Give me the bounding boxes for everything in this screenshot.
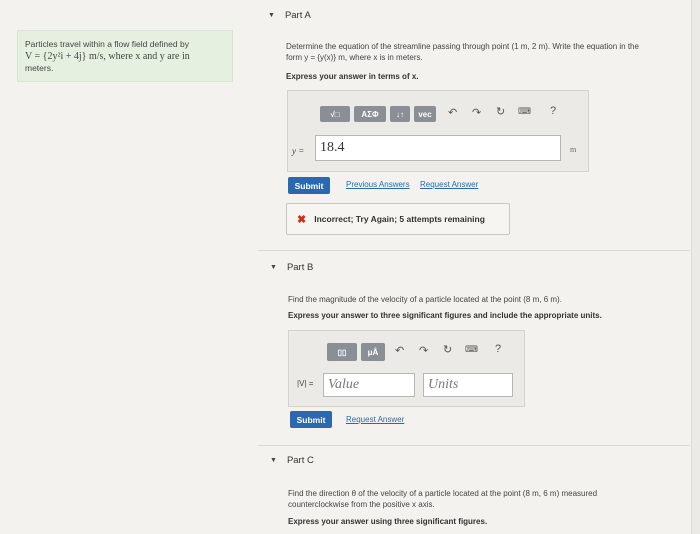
part-a-prompt: Determine the equation of the streamline… — [286, 42, 686, 64]
part-a-prompt-line2: form y = {y(x)} m, where x is in meters. — [286, 52, 423, 62]
part-b-prompt: Find the magnitude of the velocity of a … — [288, 295, 562, 304]
part-b-header[interactable]: ▼ Part B — [270, 262, 313, 273]
redo-icon[interactable]: ↷ — [419, 344, 428, 357]
chevron-down-icon: ▼ — [270, 264, 277, 271]
part-b-instruction: Express your answer to three significant… — [288, 311, 602, 320]
chevron-down-icon: ▼ — [270, 457, 277, 464]
answer-unit: m — [570, 145, 577, 154]
help-button[interactable]: ? — [550, 105, 556, 117]
magnitude-label: |V| = — [297, 379, 314, 388]
keyboard-icon[interactable]: ⌨ — [465, 344, 478, 355]
feedback-text: Incorrect; Try Again; 5 attempts remaini… — [314, 214, 485, 224]
part-b-request-answer-link[interactable]: Request Answer — [346, 415, 404, 424]
part-c-prompt-line1: Find the direction θ of the velocity of … — [288, 489, 598, 498]
divider — [258, 250, 690, 251]
templates-button[interactable]: ▯▯ — [327, 343, 357, 361]
vector-button[interactable]: vec — [414, 106, 436, 122]
reset-icon[interactable]: ↻ — [443, 343, 452, 356]
incorrect-feedback: ✖ Incorrect; Try Again; 5 attempts remai… — [286, 203, 510, 235]
value-input[interactable]: Value — [323, 373, 415, 397]
previous-answers-link[interactable]: Previous Answers — [346, 180, 410, 189]
close-icon: ✖ — [297, 213, 307, 226]
greek-symbols-button[interactable]: ΑΣΦ — [354, 106, 386, 122]
part-a-submit-button[interactable]: Submit — [288, 177, 330, 194]
part-c-instruction: Express your answer using three signific… — [288, 517, 488, 526]
problem-intro: Particles travel within a flow field def… — [25, 39, 189, 49]
divider — [258, 445, 690, 446]
undo-icon[interactable]: ↶ — [395, 344, 404, 357]
part-c-title: Part C — [286, 455, 314, 466]
arrows-button[interactable]: ↓↑ — [390, 106, 410, 122]
part-c-prompt-line2: counterclockwise from the positive x axi… — [288, 499, 435, 509]
part-b-answer-panel: ▯▯ μÅ ↶ ↷ ↻ ⌨ ? |V| = Value Units — [288, 330, 525, 407]
units-input[interactable]: Units — [423, 373, 513, 397]
problem-statement: Particles travel within a flow field def… — [17, 30, 233, 82]
part-a-answer-panel: √□ ΑΣΦ ↓↑ vec ↶ ↷ ↻ ⌨ ? y = 18.4 m — [287, 90, 589, 172]
part-a-header[interactable]: ▼ Part A — [268, 10, 311, 21]
redo-icon[interactable]: ↷ — [472, 106, 481, 119]
template-sqrt-button[interactable]: √□ — [320, 106, 350, 122]
help-button[interactable]: ? — [495, 343, 501, 355]
part-a-request-answer-link[interactable]: Request Answer — [420, 180, 478, 189]
part-a-title: Part A — [284, 10, 311, 21]
part-b-title: Part B — [286, 262, 314, 273]
problem-intro-suffix: meters. — [25, 63, 54, 74]
part-c-prompt: Find the direction θ of the velocity of … — [288, 489, 688, 511]
reset-icon[interactable]: ↻ — [496, 105, 505, 118]
scrollbar-track[interactable] — [691, 0, 700, 534]
part-a-prompt-line1: Determine the equation of the streamline… — [286, 42, 639, 51]
velocity-expression: V = {2y²i + 4j} m/s, where x and y are i… — [25, 51, 190, 63]
part-a-answer-input[interactable]: 18.4 — [315, 135, 561, 161]
part-a-instruction: Express your answer in terms of x. — [286, 72, 419, 81]
part-b-submit-button[interactable]: Submit — [290, 411, 332, 428]
part-c-header[interactable]: ▼ Part C — [270, 455, 314, 466]
answer-variable-label: y = — [292, 146, 305, 156]
keyboard-icon[interactable]: ⌨ — [518, 106, 531, 117]
units-button[interactable]: μÅ — [361, 343, 385, 361]
undo-icon[interactable]: ↶ — [448, 106, 457, 119]
chevron-down-icon: ▼ — [268, 12, 275, 19]
